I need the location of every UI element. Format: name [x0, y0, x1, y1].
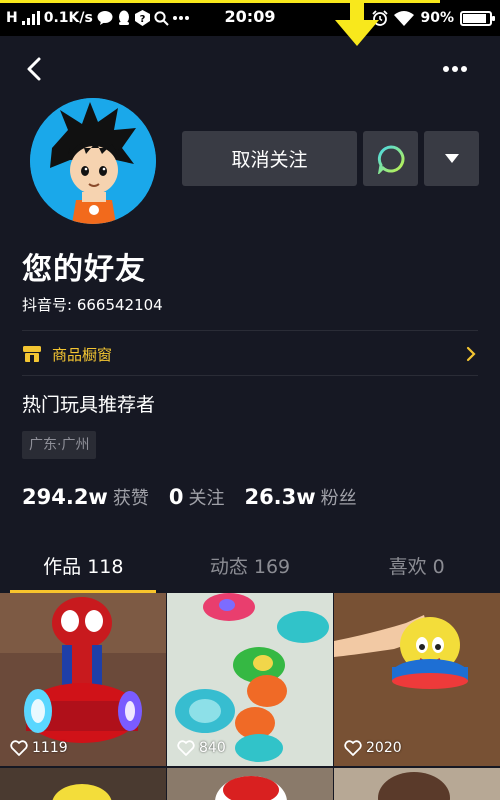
nickname: 您的好友: [22, 252, 146, 287]
status-bar: H 0.1K/s ? 20:09 90%: [0, 0, 500, 36]
video-thumbnail[interactable]: [0, 768, 166, 800]
shop-window-label: 商品橱窗: [52, 345, 113, 364]
back-button[interactable]: [20, 54, 50, 84]
unfollow-button[interactable]: 取消关注: [182, 131, 357, 186]
recommend-dropdown-button[interactable]: [424, 131, 479, 186]
avatar-character-icon: [30, 98, 156, 224]
status-right: 90%: [372, 8, 495, 28]
bio-text: 热门玩具推荐者: [22, 394, 156, 416]
message-button[interactable]: [363, 131, 418, 186]
triangle-down-icon: [444, 153, 459, 163]
profile-page: H 0.1K/s ? 20:09 90% 取消关注 您的好友 抖音号: 6665…: [0, 0, 500, 800]
heart-icon: [344, 740, 362, 756]
shop-icon: [23, 346, 41, 362]
location-tag: 广东·广州: [22, 431, 97, 459]
shop-window-row[interactable]: 商品橱窗: [22, 334, 478, 374]
highlight-arrow-icon: [335, 0, 379, 46]
video-thumbnail[interactable]: 1119: [0, 593, 166, 766]
tab-likes[interactable]: 喜欢 0: [333, 548, 500, 592]
content-tabs: 作品 118 动态 169 喜欢 0: [0, 548, 500, 592]
stat-followers-label: 粉丝: [320, 488, 357, 509]
avatar[interactable]: [30, 98, 156, 224]
stat-following-value: 0: [168, 485, 184, 509]
douyin-id: 抖音号: 666542104: [22, 296, 163, 314]
video-likes-count: 1119: [32, 740, 68, 756]
video-likes-count: 840: [199, 740, 226, 756]
video-grid: 1119 840 2020: [0, 593, 500, 800]
stat-likes-label: 获赞: [112, 488, 149, 509]
battery-icon: [460, 10, 495, 26]
video-likes: 1119: [10, 740, 68, 756]
video-thumbnail-image: [334, 768, 500, 800]
more-options-button[interactable]: [438, 56, 472, 82]
video-thumbnail-image: [167, 768, 333, 800]
video-thumbnail[interactable]: [167, 768, 333, 800]
stat-following[interactable]: 0 关注: [169, 484, 225, 510]
tab-moments[interactable]: 动态 169: [167, 548, 334, 592]
heart-icon: [10, 740, 28, 756]
battery-percent: 90%: [420, 10, 454, 26]
stats-row: 294.2w 获赞 0 关注 26.3w 粉丝: [22, 484, 377, 510]
stat-likes-value: 294.2w: [22, 485, 108, 509]
stat-following-label: 关注: [188, 488, 225, 509]
heart-icon: [177, 740, 195, 756]
tab-works[interactable]: 作品 118: [0, 548, 167, 592]
chat-bubble-icon: [377, 144, 404, 174]
chevron-right-icon: [466, 346, 476, 362]
video-thumbnail[interactable]: 2020: [334, 593, 500, 766]
wifi-icon: [394, 10, 415, 26]
video-thumbnail-image: [0, 768, 166, 800]
stat-likes[interactable]: 294.2w 获赞: [22, 484, 149, 510]
divider: [22, 375, 478, 376]
video-thumbnail[interactable]: [334, 768, 500, 800]
battery-fill: [463, 13, 487, 23]
video-likes: 2020: [344, 740, 402, 756]
stat-followers[interactable]: 26.3w 粉丝: [244, 484, 356, 510]
video-likes-count: 2020: [366, 740, 402, 756]
video-thumbnail[interactable]: 840: [167, 593, 333, 766]
video-likes: 840: [177, 740, 226, 756]
stat-followers-value: 26.3w: [244, 485, 316, 509]
divider: [22, 330, 478, 331]
